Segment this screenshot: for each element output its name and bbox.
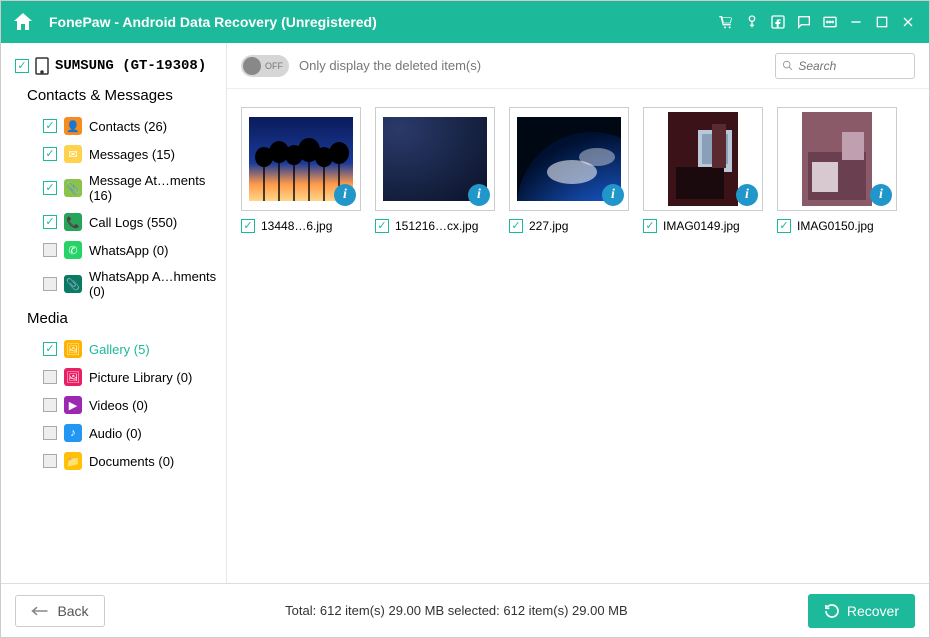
search-box[interactable] — [775, 53, 915, 79]
cart-icon[interactable] — [715, 11, 737, 33]
deleted-only-toggle[interactable]: OFF — [241, 55, 289, 77]
thumbnail-caption: IMAG0150.jpg — [797, 219, 874, 233]
category-icon: ✆ — [64, 241, 82, 259]
sidebar-item-contacts-5[interactable]: 📎 WhatsApp A…hments (0) — [15, 264, 220, 304]
checkbox[interactable] — [43, 243, 57, 257]
recover-button[interactable]: Recover — [808, 594, 915, 628]
sidebar-item-contacts-3[interactable]: 📞 Call Logs (550) — [15, 208, 220, 236]
status-text: Total: 612 item(s) 29.00 MB selected: 61… — [105, 603, 808, 618]
sidebar-item-label: Picture Library (0) — [89, 370, 192, 385]
sidebar-item-media-2[interactable]: ▶ Videos (0) — [15, 391, 220, 419]
menu-icon[interactable] — [819, 11, 841, 33]
feedback-icon[interactable] — [793, 11, 815, 33]
category-icon: 📎 — [64, 179, 82, 197]
info-icon[interactable]: i — [870, 184, 892, 206]
checkbox[interactable] — [43, 181, 57, 195]
close-button[interactable] — [897, 11, 919, 33]
thumbnail-checkbox[interactable] — [509, 219, 523, 233]
back-button[interactable]: Back — [15, 595, 105, 627]
info-icon[interactable]: i — [334, 184, 356, 206]
info-icon[interactable]: i — [736, 184, 758, 206]
thumbnail-0[interactable]: i13448…6.jpg — [241, 107, 361, 233]
sidebar-item-media-3[interactable]: ♪ Audio (0) — [15, 419, 220, 447]
sidebar: SUMSUNG (GT-19308) Contacts & Messages 👤… — [1, 43, 226, 583]
category-icon: ✉ — [64, 145, 82, 163]
thumbnail-checkbox[interactable] — [777, 219, 791, 233]
thumbnail-caption: IMAG0149.jpg — [663, 219, 740, 233]
sidebar-item-label: Message At…ments (16) — [89, 173, 220, 203]
home-icon[interactable] — [11, 10, 35, 34]
sidebar-item-label: WhatsApp A…hments (0) — [89, 269, 220, 299]
sidebar-item-label: Contacts (26) — [89, 119, 167, 134]
thumbnail-checkbox[interactable] — [375, 219, 389, 233]
main-panel: OFF Only display the deleted item(s) i13… — [226, 43, 929, 583]
thumbnail-2[interactable]: i 227.jpg — [509, 107, 629, 233]
maximize-button[interactable] — [871, 11, 893, 33]
category-icon: 📎 — [64, 275, 82, 293]
sidebar-item-label: Call Logs (550) — [89, 215, 177, 230]
category-icon: 🖼 — [64, 340, 82, 358]
thumbnail-caption: 151216…cx.jpg — [395, 219, 478, 233]
facebook-icon[interactable] — [767, 11, 789, 33]
sidebar-item-label: WhatsApp (0) — [89, 243, 168, 258]
thumbnail-4[interactable]: i IMAG0150.jpg — [777, 107, 897, 233]
info-icon[interactable]: i — [468, 184, 490, 206]
thumbnail-image — [668, 112, 738, 206]
device-row[interactable]: SUMSUNG (GT-19308) — [15, 57, 220, 75]
footer: Back Total: 612 item(s) 29.00 MB selecte… — [1, 583, 929, 637]
sidebar-item-media-4[interactable]: 📁 Documents (0) — [15, 447, 220, 475]
thumbnail-grid: i13448…6.jpgi151216…cx.jpgi227.jpgiIMAG0… — [227, 89, 929, 583]
thumbnail-checkbox[interactable] — [241, 219, 255, 233]
device-name: SUMSUNG (GT-19308) — [55, 58, 206, 74]
sidebar-item-contacts-1[interactable]: ✉ Messages (15) — [15, 140, 220, 168]
section-media-title: Media — [27, 310, 220, 327]
minimize-button[interactable] — [845, 11, 867, 33]
device-checkbox[interactable] — [15, 59, 29, 73]
checkbox[interactable] — [43, 147, 57, 161]
sidebar-item-label: Videos (0) — [89, 398, 148, 413]
checkbox[interactable] — [43, 454, 57, 468]
key-icon[interactable] — [741, 11, 763, 33]
checkbox[interactable] — [43, 215, 57, 229]
checkbox[interactable] — [43, 370, 57, 384]
category-icon: 👤 — [64, 117, 82, 135]
app-title: FonePaw - Android Data Recovery (Unregis… — [49, 14, 715, 30]
category-icon: ▶ — [64, 396, 82, 414]
thumbnail-caption: 13448…6.jpg — [261, 219, 332, 233]
sidebar-item-label: Messages (15) — [89, 147, 175, 162]
sidebar-item-contacts-2[interactable]: 📎 Message At…ments (16) — [15, 168, 220, 208]
thumbnail-caption: 227.jpg — [529, 219, 568, 233]
category-icon: 🖼 — [64, 368, 82, 386]
sidebar-item-label: Gallery (5) — [89, 342, 150, 357]
category-icon: 📞 — [64, 213, 82, 231]
thumbnail-1[interactable]: i 151216…cx.jpg — [375, 107, 495, 233]
sidebar-item-label: Audio (0) — [89, 426, 142, 441]
checkbox[interactable] — [43, 398, 57, 412]
checkbox[interactable] — [43, 426, 57, 440]
search-icon — [782, 59, 793, 72]
titlebar: FonePaw - Android Data Recovery (Unregis… — [1, 1, 929, 43]
thumbnail-checkbox[interactable] — [643, 219, 657, 233]
category-icon: 📁 — [64, 452, 82, 470]
phone-icon — [35, 57, 49, 75]
thumbnail-image — [802, 112, 872, 206]
toolbar: OFF Only display the deleted item(s) — [227, 43, 929, 89]
checkbox[interactable] — [43, 342, 57, 356]
search-input[interactable] — [798, 59, 908, 73]
sidebar-item-media-0[interactable]: 🖼 Gallery (5) — [15, 335, 220, 363]
checkbox[interactable] — [43, 119, 57, 133]
category-icon: ♪ — [64, 424, 82, 442]
sidebar-item-media-1[interactable]: 🖼 Picture Library (0) — [15, 363, 220, 391]
section-contacts-title: Contacts & Messages — [27, 87, 220, 104]
sidebar-item-label: Documents (0) — [89, 454, 174, 469]
checkbox[interactable] — [43, 277, 57, 291]
info-icon[interactable]: i — [602, 184, 624, 206]
thumbnail-3[interactable]: i IMAG0149.jpg — [643, 107, 763, 233]
sidebar-item-contacts-4[interactable]: ✆ WhatsApp (0) — [15, 236, 220, 264]
toolbar-hint: Only display the deleted item(s) — [299, 58, 765, 73]
sidebar-item-contacts-0[interactable]: 👤 Contacts (26) — [15, 112, 220, 140]
